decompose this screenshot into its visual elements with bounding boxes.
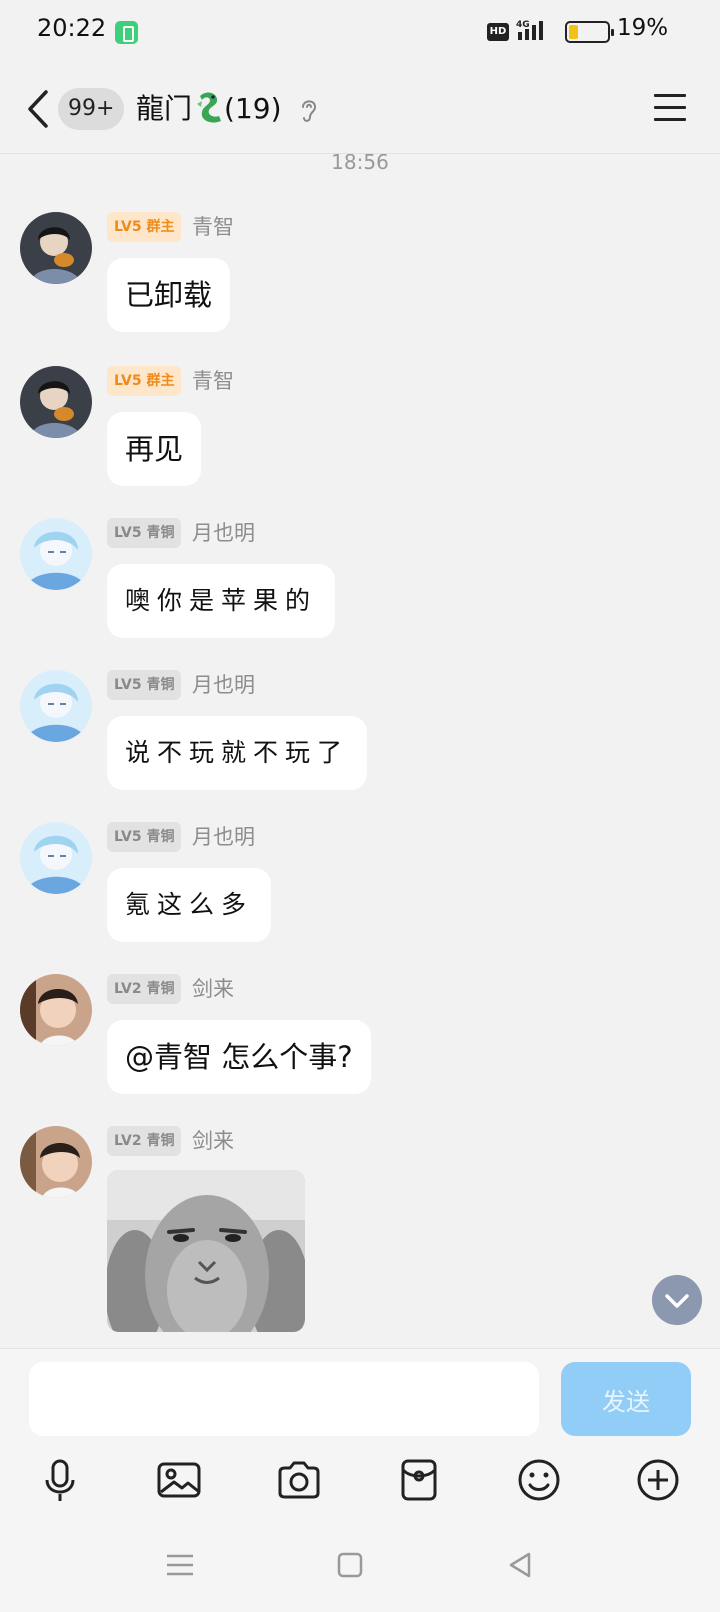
image-icon[interactable] [155, 1456, 203, 1504]
avatar[interactable] [20, 670, 92, 742]
avatar[interactable] [20, 1126, 92, 1198]
avatar[interactable] [20, 974, 92, 1046]
member-level-tag: LV5 群主 [107, 212, 182, 242]
back-button[interactable] [20, 84, 56, 134]
message-bubble[interactable]: @青智 怎么个事? [107, 1020, 371, 1094]
ear-icon[interactable] [298, 96, 320, 124]
menu-button[interactable] [654, 94, 688, 124]
sender-name[interactable]: 剑来 [192, 1126, 234, 1156]
send-button[interactable]: 发送 [561, 1362, 691, 1436]
avatar[interactable] [20, 366, 92, 438]
battery-saver-icon [115, 21, 138, 44]
system-navigation-bar [0, 1520, 720, 1612]
member-level-tag: LV5 群主 [107, 366, 182, 396]
member-level-tag: LV2 青铜 [107, 974, 182, 1004]
input-toolbar [0, 1442, 720, 1520]
message-input[interactable] [29, 1362, 539, 1436]
message-bubble[interactable]: 再见 [107, 412, 202, 486]
message-input-bar: 发送 [0, 1348, 720, 1442]
message-bubble[interactable]: 氪这么多 [107, 868, 272, 942]
chat-title[interactable]: 龍门 (19) [136, 88, 282, 130]
camera-icon[interactable] [275, 1456, 323, 1504]
time-divider: 18:56 [331, 154, 389, 174]
avatar[interactable] [20, 212, 92, 284]
scroll-to-bottom-button[interactable] [652, 1275, 702, 1325]
group-name: 龍门 [136, 92, 193, 125]
recent-apps-icon[interactable] [163, 1548, 197, 1582]
message-bubble[interactable]: 说不玩就不玩了 [107, 716, 368, 790]
sender-name[interactable]: 月也明 [192, 670, 255, 700]
battery-icon [565, 21, 614, 43]
member-level-tag: LV5 青铜 [107, 822, 182, 852]
sender-name[interactable]: 青智 [192, 212, 234, 242]
plus-icon[interactable] [634, 1456, 682, 1504]
sender-name[interactable]: 青智 [192, 366, 234, 396]
back-nav-icon[interactable] [503, 1548, 537, 1582]
network-type: 4G [516, 20, 530, 30]
signal-icon: 4G [516, 20, 543, 40]
chat-header: 99+ 龍门 (19) [0, 66, 720, 154]
message-bubble[interactable]: 噢你是苹果的 [107, 564, 336, 638]
member-level-tag: LV5 青铜 [107, 518, 182, 548]
avatar[interactable] [20, 822, 92, 894]
red-packet-icon[interactable] [395, 1456, 443, 1504]
sender-name[interactable]: 剑来 [192, 974, 234, 1004]
rabbit-sticker-image[interactable] [107, 1170, 305, 1332]
member-level-tag: LV2 青铜 [107, 1126, 182, 1156]
battery-percent: 19% [617, 15, 669, 41]
hd-badge: HD [487, 23, 509, 41]
unread-count-badge[interactable]: 99+ [58, 88, 125, 130]
home-icon[interactable] [333, 1548, 367, 1582]
sender-name[interactable]: 月也明 [192, 822, 255, 852]
emoji-icon[interactable] [515, 1456, 563, 1504]
microphone-icon[interactable] [36, 1456, 84, 1504]
status-bar: 20:22 HD 4G 19% [0, 0, 720, 66]
sender-name[interactable]: 月也明 [192, 518, 255, 548]
dragon-emoji-icon [197, 92, 222, 123]
status-time: 20:22 [37, 14, 107, 42]
chat-messages[interactable]: 18:56 LV5 群主 青智 已卸载 LV5 群主 青智 再见 LV5 青铜 … [0, 154, 720, 1348]
member-count: (19) [224, 92, 282, 125]
avatar[interactable] [20, 518, 92, 590]
member-level-tag: LV5 青铜 [107, 670, 182, 700]
message-bubble[interactable]: 已卸载 [107, 258, 231, 332]
menu-icon [654, 94, 686, 97]
